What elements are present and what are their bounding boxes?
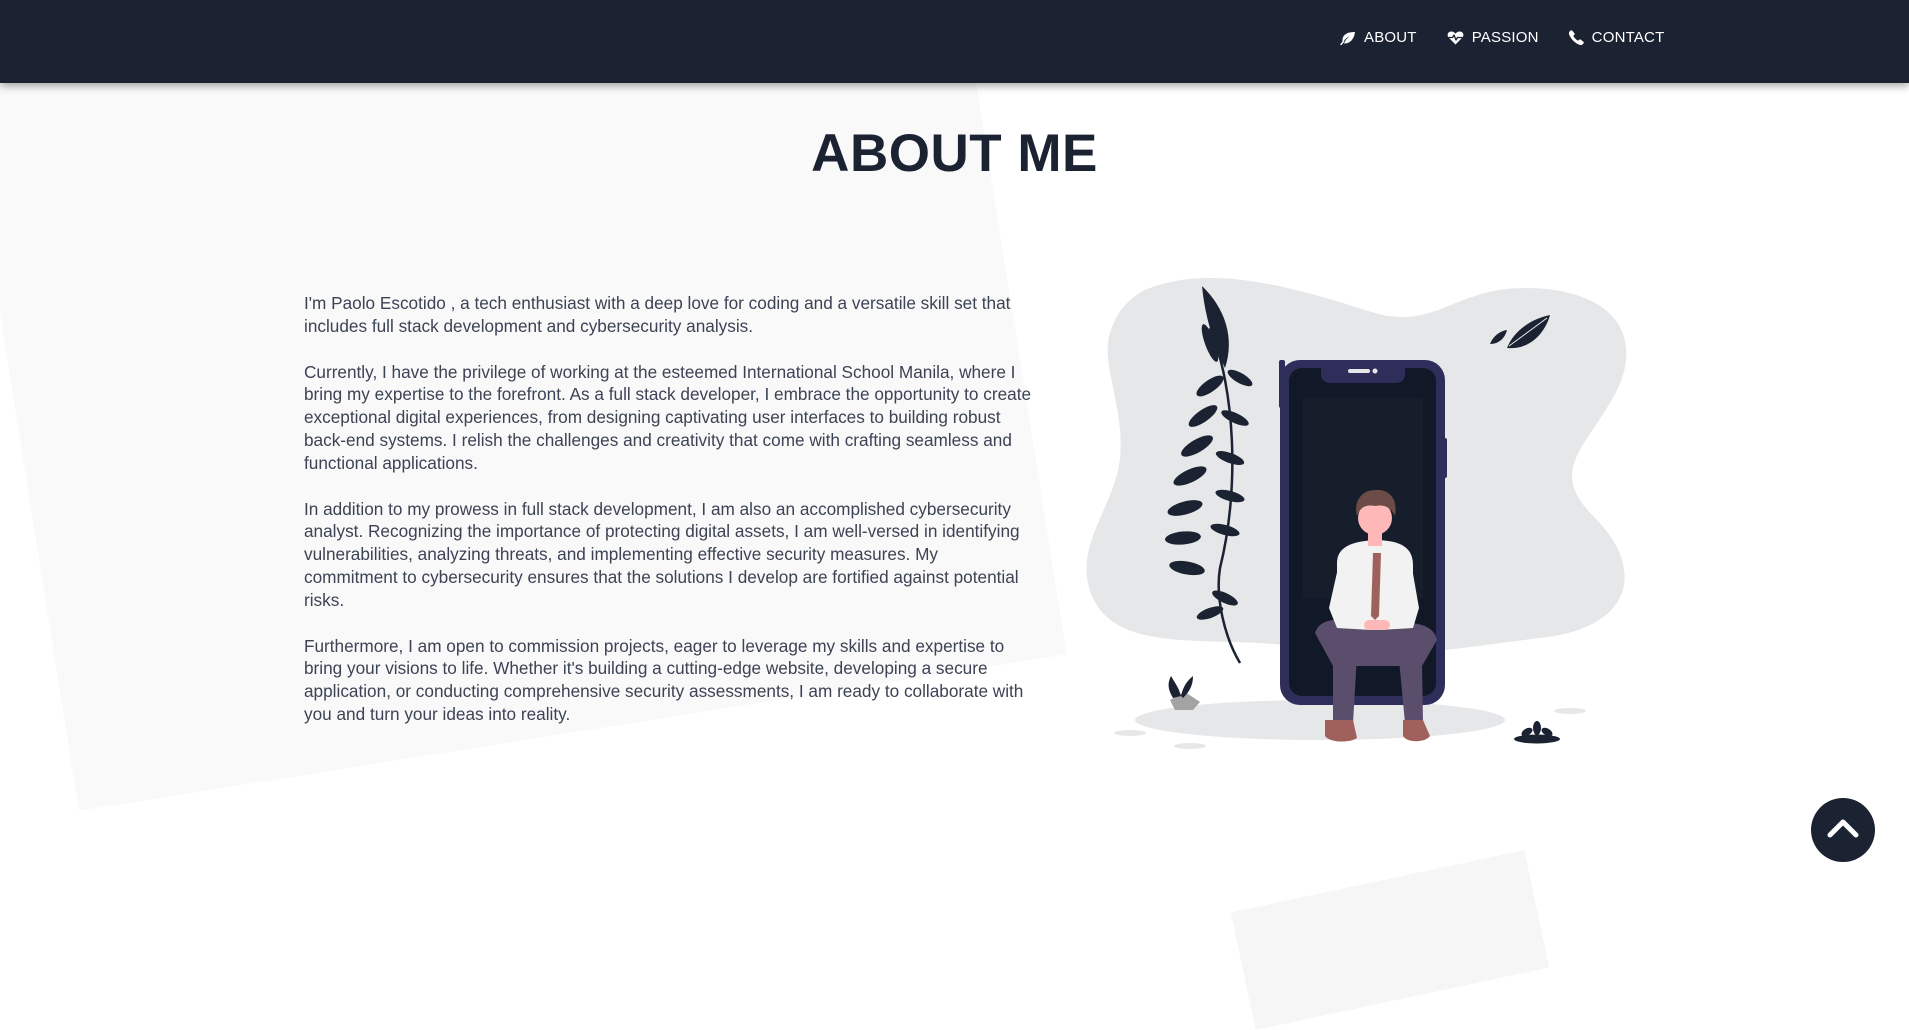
heart-pulse-icon (1447, 30, 1464, 45)
chevron-up-icon (1826, 817, 1860, 844)
about-paragraph-intro: I'm Paolo Escotido , a tech enthusiast w… (304, 293, 1011, 336)
phone-icon (1568, 30, 1584, 45)
about-paragraph-security: In addition to my prowess in full stack … (304, 498, 1020, 610)
illustration-rock (1168, 676, 1200, 710)
about-text: I'm Paolo Escotido , a tech enthusiast w… (304, 292, 1034, 749)
navbar: ABOUT PASSION CONTACT (0, 0, 1909, 83)
nav-item-contact-label: CONTACT (1591, 29, 1665, 46)
about-illustration (1075, 268, 1675, 756)
nav-links: ABOUT PASSION CONTACT (1340, 29, 1664, 46)
leaf-icon (1340, 31, 1356, 45)
nav-item-about[interactable]: ABOUT (1340, 29, 1417, 46)
page-title: ABOUT ME (811, 124, 1098, 183)
about-paragraph-work: Currently, I have the privilege of worki… (304, 361, 1032, 473)
about-paragraph-commission: Furthermore, I am open to commission pro… (304, 635, 1024, 724)
illustration-small-plant (1514, 721, 1560, 744)
nav-item-about-label: ABOUT (1364, 29, 1417, 46)
nav-item-passion-label: PASSION (1471, 29, 1539, 46)
scroll-to-top-button[interactable] (1811, 798, 1875, 862)
nav-item-passion[interactable]: PASSION (1447, 29, 1539, 46)
background-shape-bottom (1230, 850, 1550, 1030)
nav-item-contact[interactable]: CONTACT (1568, 29, 1665, 46)
